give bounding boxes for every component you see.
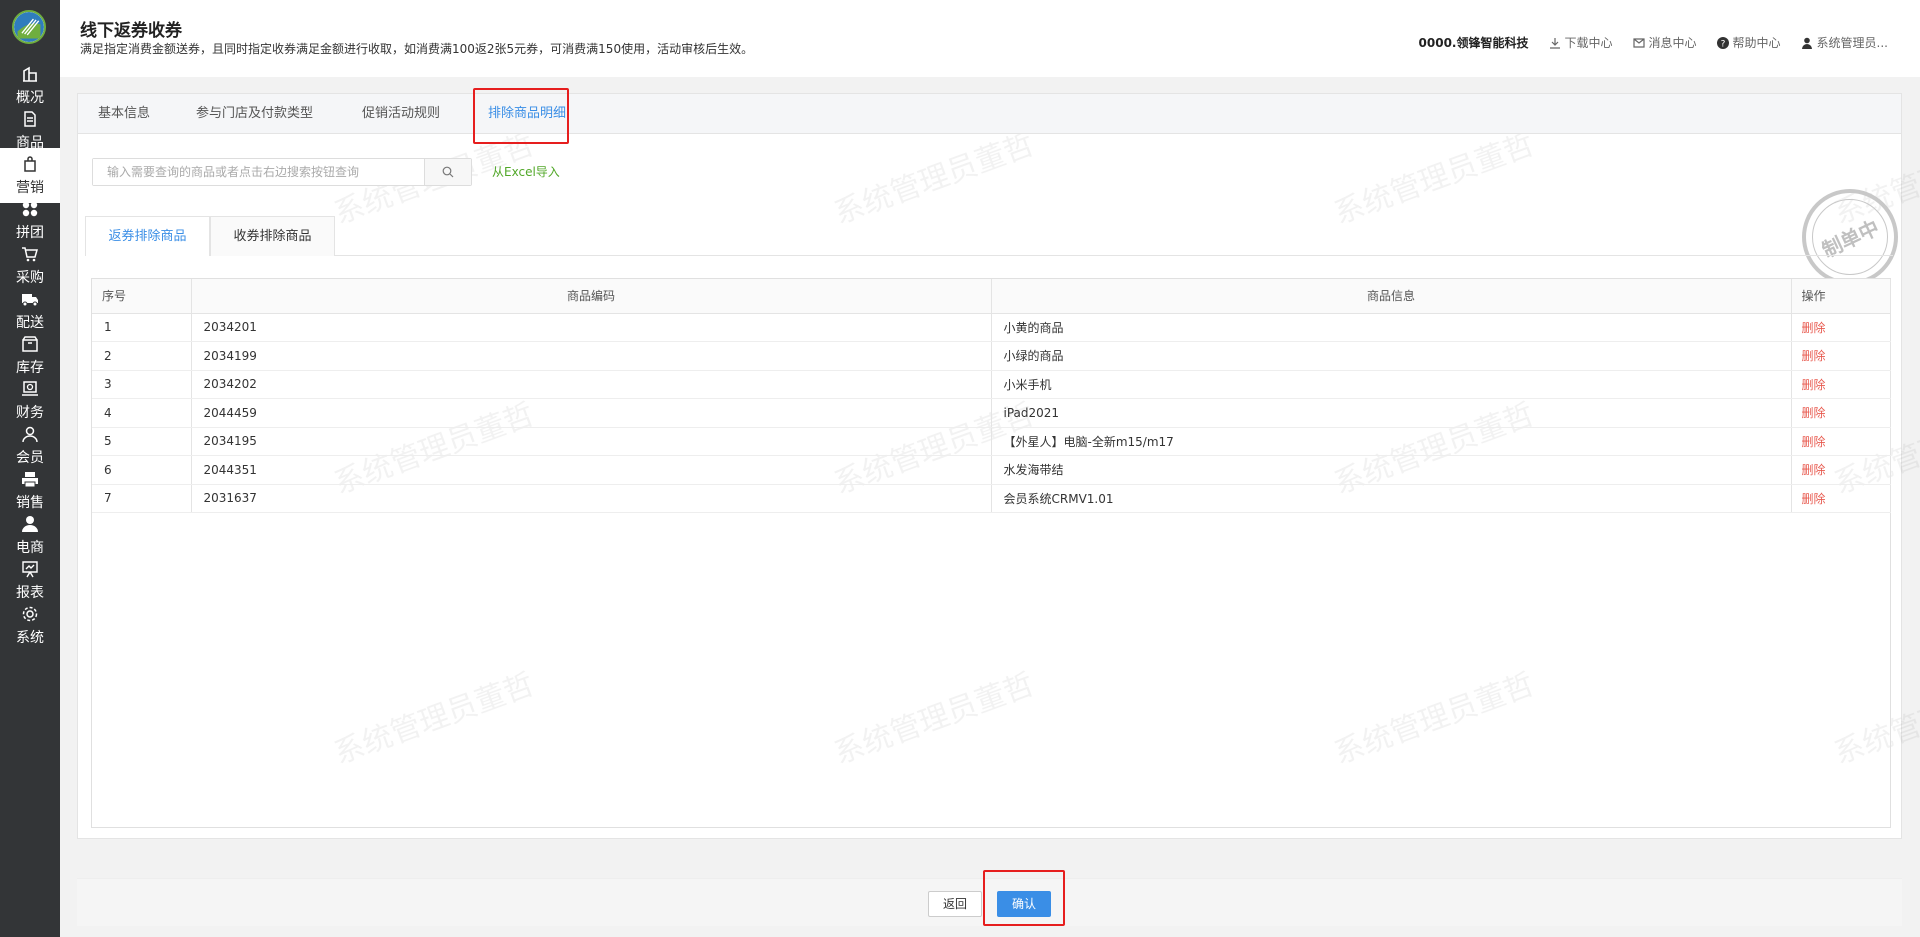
- delete-link[interactable]: 删除: [1791, 313, 1891, 342]
- gear-icon: [21, 605, 39, 623]
- cell-no: 5: [92, 427, 192, 456]
- cell-code: 2044351: [191, 455, 992, 485]
- cell-info: 小绿的商品: [991, 341, 1792, 371]
- money-icon: [21, 380, 39, 398]
- column-header-no: 序号: [92, 279, 192, 314]
- search-box: [92, 158, 472, 186]
- delete-link[interactable]: 删除: [1791, 370, 1891, 399]
- table-row: 5 2034195 【外星人】电脑-全新m15/m17 删除: [92, 427, 1891, 456]
- cell-no: 1: [92, 313, 192, 342]
- help-icon: ?: [1716, 36, 1729, 49]
- sidebar-item-system[interactable]: 系统: [0, 598, 60, 653]
- column-header-action: 操作: [1791, 279, 1891, 314]
- delete-link[interactable]: 删除: [1791, 455, 1891, 485]
- sub-tabs: 返券排除商品 收券排除商品: [85, 216, 1893, 256]
- user-icon: [21, 425, 39, 443]
- footer-bar: 返回 确认: [77, 870, 1902, 926]
- cell-code: 2044459: [191, 398, 992, 428]
- cart-icon: [21, 245, 39, 263]
- truck-icon: [21, 290, 39, 308]
- cell-info: 【外星人】电脑-全新m15/m17: [991, 427, 1792, 456]
- confirm-highlight-box: [983, 870, 1065, 926]
- cell-code: 2031637: [191, 484, 992, 513]
- sidebar-item-label: 系统: [16, 629, 44, 646]
- grid-icon: [21, 200, 39, 218]
- building-icon: [21, 65, 39, 83]
- printer-icon: [21, 470, 39, 488]
- tab-stores-payment[interactable]: 参与门店及付款类型: [196, 94, 313, 134]
- shopping-bag-icon: [21, 155, 39, 173]
- delete-link[interactable]: 删除: [1791, 398, 1891, 428]
- excel-import-link[interactable]: 从Excel导入: [492, 163, 560, 180]
- subtab-coupon-return-exclusions[interactable]: 返券排除商品: [85, 216, 210, 256]
- help-center-link[interactable]: ? 帮助中心: [1716, 34, 1781, 51]
- download-center-link[interactable]: 下载中心: [1549, 34, 1613, 51]
- tab-highlight-box: [473, 88, 569, 144]
- cell-no: 3: [92, 370, 192, 399]
- excluded-goods-table: 序号 商品编码 商品信息 操作 1 2034201 小黄的商品 删除 2 203…: [91, 278, 1891, 828]
- cell-info: 小黄的商品: [991, 313, 1792, 342]
- cell-no: 7: [92, 484, 192, 513]
- cell-info: 小米手机: [991, 370, 1792, 399]
- message-center-link[interactable]: 消息中心: [1632, 34, 1697, 51]
- column-header-info: 商品信息: [991, 279, 1792, 314]
- cell-code: 2034202: [191, 370, 992, 399]
- page-header: 线下返券收券 满足指定消费金额送券，且同时指定收券满足金额进行收取，如消费满10…: [60, 0, 1920, 77]
- table-row: 1 2034201 小黄的商品 删除: [92, 313, 1891, 342]
- chart-board-icon: [21, 560, 39, 578]
- search-input[interactable]: [93, 159, 425, 185]
- column-header-code: 商品编码: [191, 279, 992, 314]
- app-logo[interactable]: [12, 10, 46, 44]
- table-row: 6 2044351 水发海带结 删除: [92, 455, 1891, 485]
- table-row: 4 2044459 iPad2021 删除: [92, 398, 1891, 428]
- cell-code: 2034201: [191, 313, 992, 342]
- top-bar: 0000.领锋智能科技 下载中心 消息中心 ? 帮助中心 系统管理员...: [1419, 34, 1888, 51]
- delete-link[interactable]: 删除: [1791, 341, 1891, 371]
- person-icon: [21, 515, 39, 533]
- page-title: 线下返券收券: [80, 21, 182, 41]
- cell-code: 2034195: [191, 427, 992, 456]
- cell-no: 4: [92, 398, 192, 428]
- search-button[interactable]: [424, 159, 471, 185]
- table-header-row: 序号 商品编码 商品信息 操作: [92, 279, 1891, 314]
- document-icon: [21, 110, 39, 128]
- main-panel: 系统管理员董哲 系统管理员董哲 系统管理员董哲 系统管理员董哲 系统管理员董哲 …: [77, 88, 1920, 839]
- delete-link[interactable]: 删除: [1791, 427, 1891, 456]
- sidebar: 概况 商品 营销 拼团 采购 配送 库存 财务 会员 销售 电商 报表 系统: [0, 0, 60, 937]
- cell-no: 6: [92, 455, 192, 485]
- download-icon: [1549, 37, 1560, 49]
- mail-icon: [1632, 37, 1645, 48]
- cell-no: 2: [92, 341, 192, 371]
- tab-promotion-rules[interactable]: 促销活动规则: [362, 94, 440, 134]
- search-icon: [442, 166, 454, 178]
- cell-info: 水发海带结: [991, 455, 1792, 485]
- company-name: 0000.领锋智能科技: [1418, 36, 1529, 50]
- page-description: 满足指定消费金额送券，且同时指定收券满足金额进行收取，如消费满100返2张5元券…: [80, 42, 754, 56]
- table-row: 3 2034202 小米手机 删除: [92, 370, 1891, 399]
- cell-code: 2034199: [191, 341, 992, 371]
- subtab-coupon-collect-exclusions[interactable]: 收券排除商品: [210, 216, 335, 256]
- back-button[interactable]: 返回: [928, 891, 982, 917]
- user-icon: [1801, 37, 1812, 49]
- cell-info: iPad2021: [991, 398, 1792, 428]
- table-row: 2 2034199 小绿的商品 删除: [92, 341, 1891, 371]
- svg-text:?: ?: [1720, 39, 1725, 49]
- box-icon: [21, 335, 39, 353]
- delete-link[interactable]: 删除: [1791, 484, 1891, 513]
- tab-basic-info[interactable]: 基本信息: [98, 94, 150, 134]
- user-menu[interactable]: 系统管理员...: [1801, 34, 1888, 51]
- main-tabs: 基本信息 参与门店及付款类型 促销活动规则 排除商品明细: [78, 94, 1901, 134]
- table-row: 7 2031637 会员系统CRMV1.01 删除: [92, 484, 1891, 513]
- cell-info: 会员系统CRMV1.01: [991, 484, 1792, 513]
